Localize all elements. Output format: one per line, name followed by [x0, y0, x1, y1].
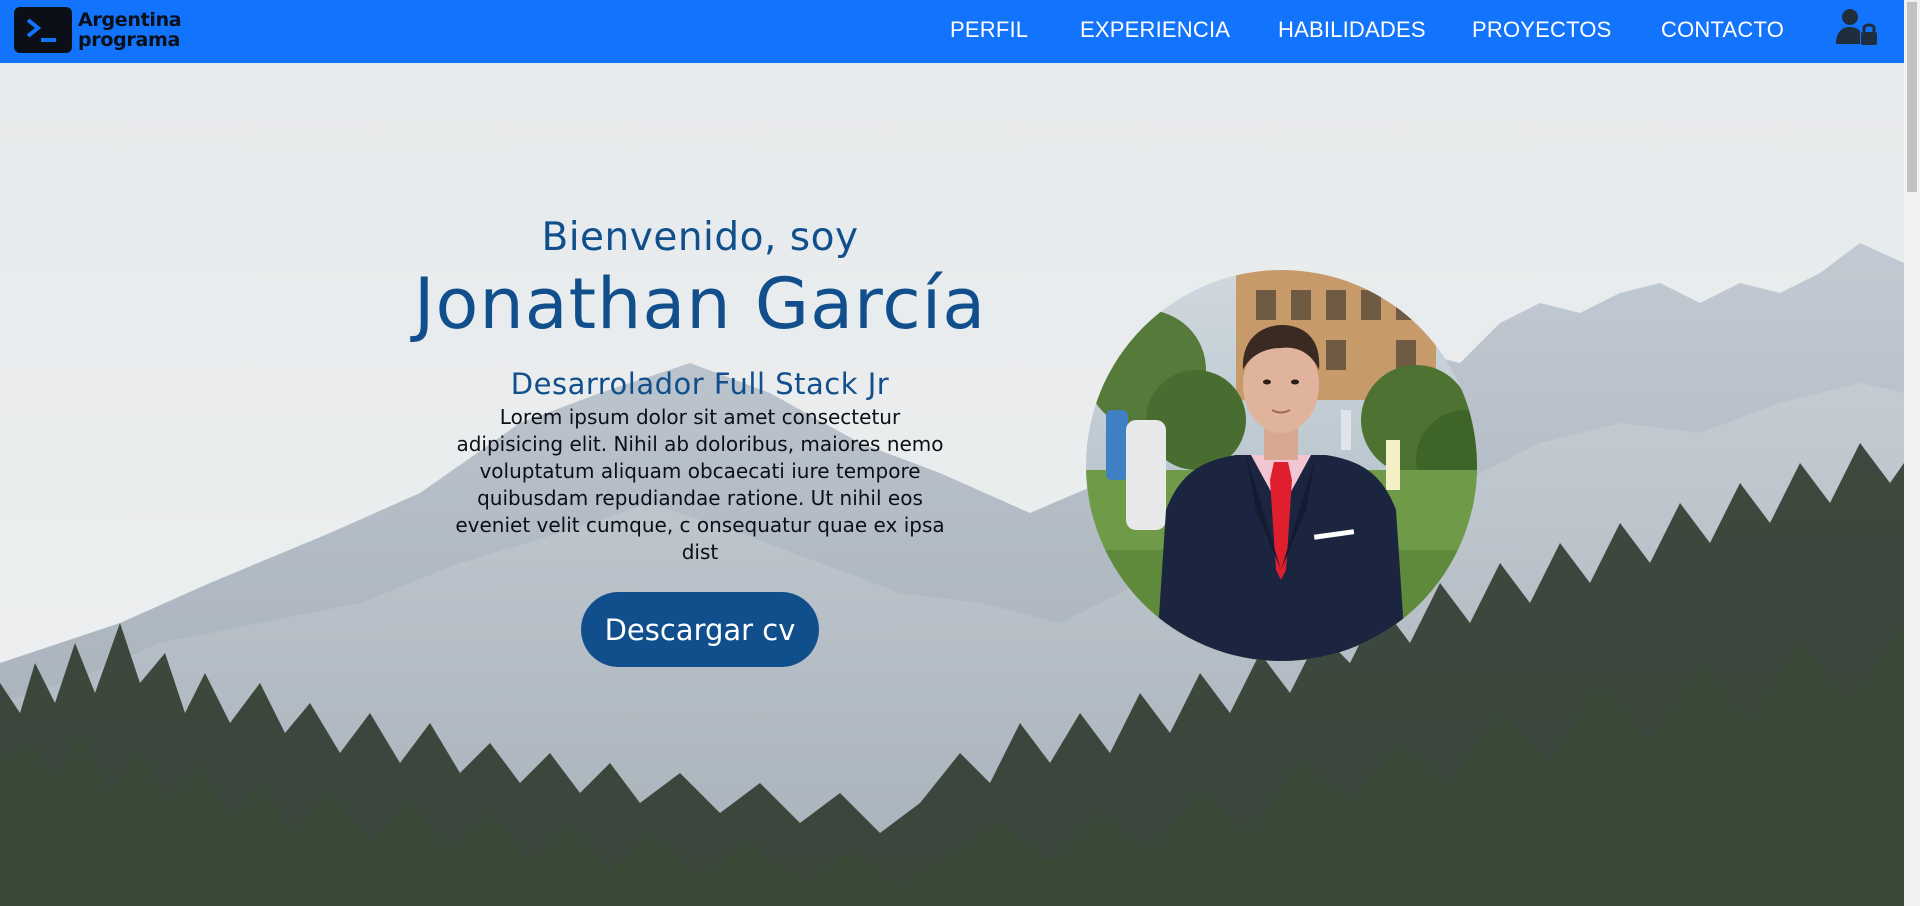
hero-description: Lorem ipsum dolor sit amet consectetur a…: [455, 405, 945, 564]
nav-links: PERFIL EXPERIENCIA HABILIDADES PROYECTOS…: [0, 0, 1904, 63]
hero-name: Jonathan García: [413, 263, 987, 345]
nav-link-perfil[interactable]: PERFIL: [950, 17, 1028, 43]
page-scrollbar[interactable]: [1904, 0, 1920, 906]
user-lock-icon[interactable]: [1836, 8, 1878, 46]
nav-link-contacto[interactable]: CONTACTO: [1661, 17, 1784, 43]
profile-photo: [1086, 270, 1477, 661]
profile-photo-illustration: [1086, 270, 1477, 661]
hero-role: Desarrolador Full Stack Jr: [510, 367, 890, 401]
navbar: Argentina programa PERFIL EXPERIENCIA HA…: [0, 0, 1904, 63]
greeting-text: Bienvenido, soy: [541, 215, 859, 260]
download-cv-button[interactable]: Descargar cv: [581, 592, 819, 667]
scrollbar-thumb[interactable]: [1907, 2, 1917, 192]
portfolio-page: Argentina programa PERFIL EXPERIENCIA HA…: [0, 0, 1920, 906]
nav-link-proyectos[interactable]: PROYECTOS: [1472, 17, 1612, 43]
nav-link-experiencia[interactable]: EXPERIENCIA: [1080, 17, 1230, 43]
nav-link-habilidades[interactable]: HABILIDADES: [1278, 17, 1426, 43]
hero-intro: Bienvenido, soy Jonathan García Desarrol…: [400, 212, 1000, 566]
